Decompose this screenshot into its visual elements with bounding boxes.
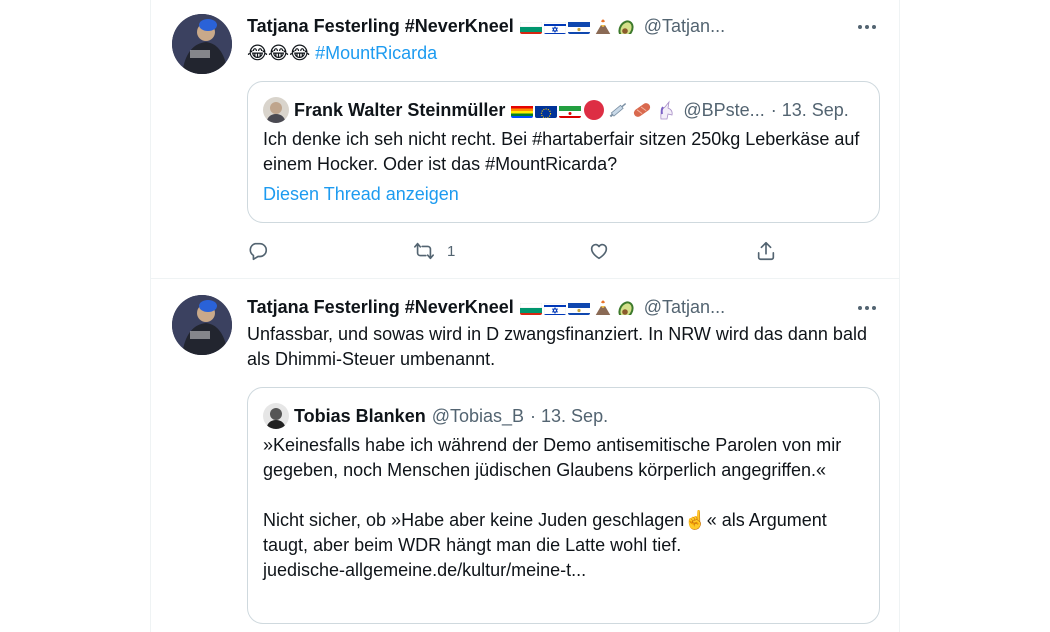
el-salvador-flag-icon [567, 19, 590, 34]
quoted-tweet[interactable]: Tobias Blanken @Tobias_B · 13. Sep. »Kei… [247, 387, 880, 624]
retweet-count: 1 [447, 242, 456, 260]
quoted-date: · 13. Sep. [530, 406, 609, 426]
quoted-avatar [263, 403, 289, 429]
tweet-header: Tatjana Festerling #NeverKneel @Tatjan..… [247, 14, 847, 38]
retweet-icon [414, 242, 434, 260]
quoted-avatar [263, 97, 289, 123]
like-icon [590, 243, 608, 260]
quoted-name-emojis [511, 99, 677, 121]
avatar[interactable] [172, 295, 232, 355]
more-icon[interactable] [856, 16, 878, 38]
avocado-icon [616, 19, 638, 34]
israel-flag-icon [543, 300, 566, 315]
author-handle[interactable]: @Tatjan... [644, 295, 725, 319]
reply-icon [249, 242, 268, 261]
author-name[interactable]: Tatjana Festerling #NeverKneel [247, 295, 514, 319]
avocado-icon [616, 300, 638, 315]
share-button[interactable] [755, 238, 777, 264]
quoted-author-name: Frank Walter Steinmüller [294, 100, 506, 120]
quoted-tweet-text: Ich denke ich seh nicht recht. Bei #hart… [263, 129, 860, 174]
quoted-author-name: Tobias Blanken [294, 406, 426, 426]
laughing-emojis: 😂😂😂 [247, 43, 311, 63]
tweet-actions: 1 [247, 238, 827, 264]
like-button[interactable] [588, 238, 610, 264]
red-circle-icon [583, 99, 605, 121]
volcano-icon [592, 19, 614, 34]
quoted-author-handle: @Tobias_B [431, 406, 525, 426]
quoted-tweet-header: Tobias Blanken @Tobias_B · 13. Sep. [263, 403, 863, 429]
rainbow-flag-icon [511, 103, 534, 118]
author-name[interactable]: Tatjana Festerling #NeverKneel [247, 14, 514, 38]
israel-flag-icon [543, 19, 566, 34]
quoted-link[interactable]: juedische-allgemeine.de/kultur/meine-t..… [263, 560, 586, 580]
iran-flag-icon [559, 103, 582, 118]
tweet[interactable]: Tatjana Festerling #NeverKneel @Tatjan..… [151, 0, 900, 279]
show-thread-link[interactable]: Diesen Thread anzeigen [263, 182, 459, 207]
quoted-paragraph: Nicht sicher, ob »Habe aber keine Juden … [263, 508, 863, 583]
quoted-paragraph: »Keinesfalls habe ich während der Demo a… [263, 435, 842, 480]
retweet-button[interactable]: 1 [413, 238, 455, 264]
tweet-text: Unfassbar, und sowas wird in D zwangsfin… [247, 324, 867, 369]
volcano-icon [592, 300, 614, 315]
bulgaria-flag-icon [519, 300, 542, 315]
tweet[interactable]: Tatjana Festerling #NeverKneel @Tatjan..… [151, 280, 900, 632]
name-emojis [519, 300, 638, 315]
pointing-up-emoji-icon: ☝️ [684, 510, 707, 530]
quoted-date: · 13. Sep. [770, 100, 849, 120]
hashtag-link[interactable]: #MountRicarda [315, 43, 437, 63]
el-salvador-flag-icon [567, 300, 590, 315]
share-icon [757, 241, 775, 261]
quoted-tweet-header: Frank Walter Steinmüller @BPste... · 13.… [263, 97, 863, 123]
quoted-text-part: Nicht sicher, ob »Habe aber keine Juden … [263, 510, 685, 530]
quoted-author-handle: @BPste... [683, 100, 765, 120]
eu-flag-icon [535, 103, 558, 118]
tweet-header: Tatjana Festerling #NeverKneel @Tatjan..… [247, 295, 847, 319]
sausage-icon [631, 101, 653, 119]
quoted-tweet-text: »Keinesfalls habe ich während der Demo a… [263, 433, 863, 583]
unicorn-icon [655, 100, 677, 120]
timeline: Tatjana Festerling #NeverKneel @Tatjan..… [150, 0, 900, 632]
author-handle[interactable]: @Tatjan... [644, 14, 725, 38]
reply-button[interactable] [247, 238, 269, 264]
bulgaria-flag-icon [519, 19, 542, 34]
avatar[interactable] [172, 14, 232, 74]
tweet-text: 😂😂😂 #MountRicarda [247, 41, 877, 66]
syringe-icon [607, 101, 629, 119]
more-icon[interactable] [856, 297, 878, 319]
quoted-tweet[interactable]: Frank Walter Steinmüller @BPste... · 13.… [247, 81, 880, 223]
name-emojis [519, 19, 638, 34]
